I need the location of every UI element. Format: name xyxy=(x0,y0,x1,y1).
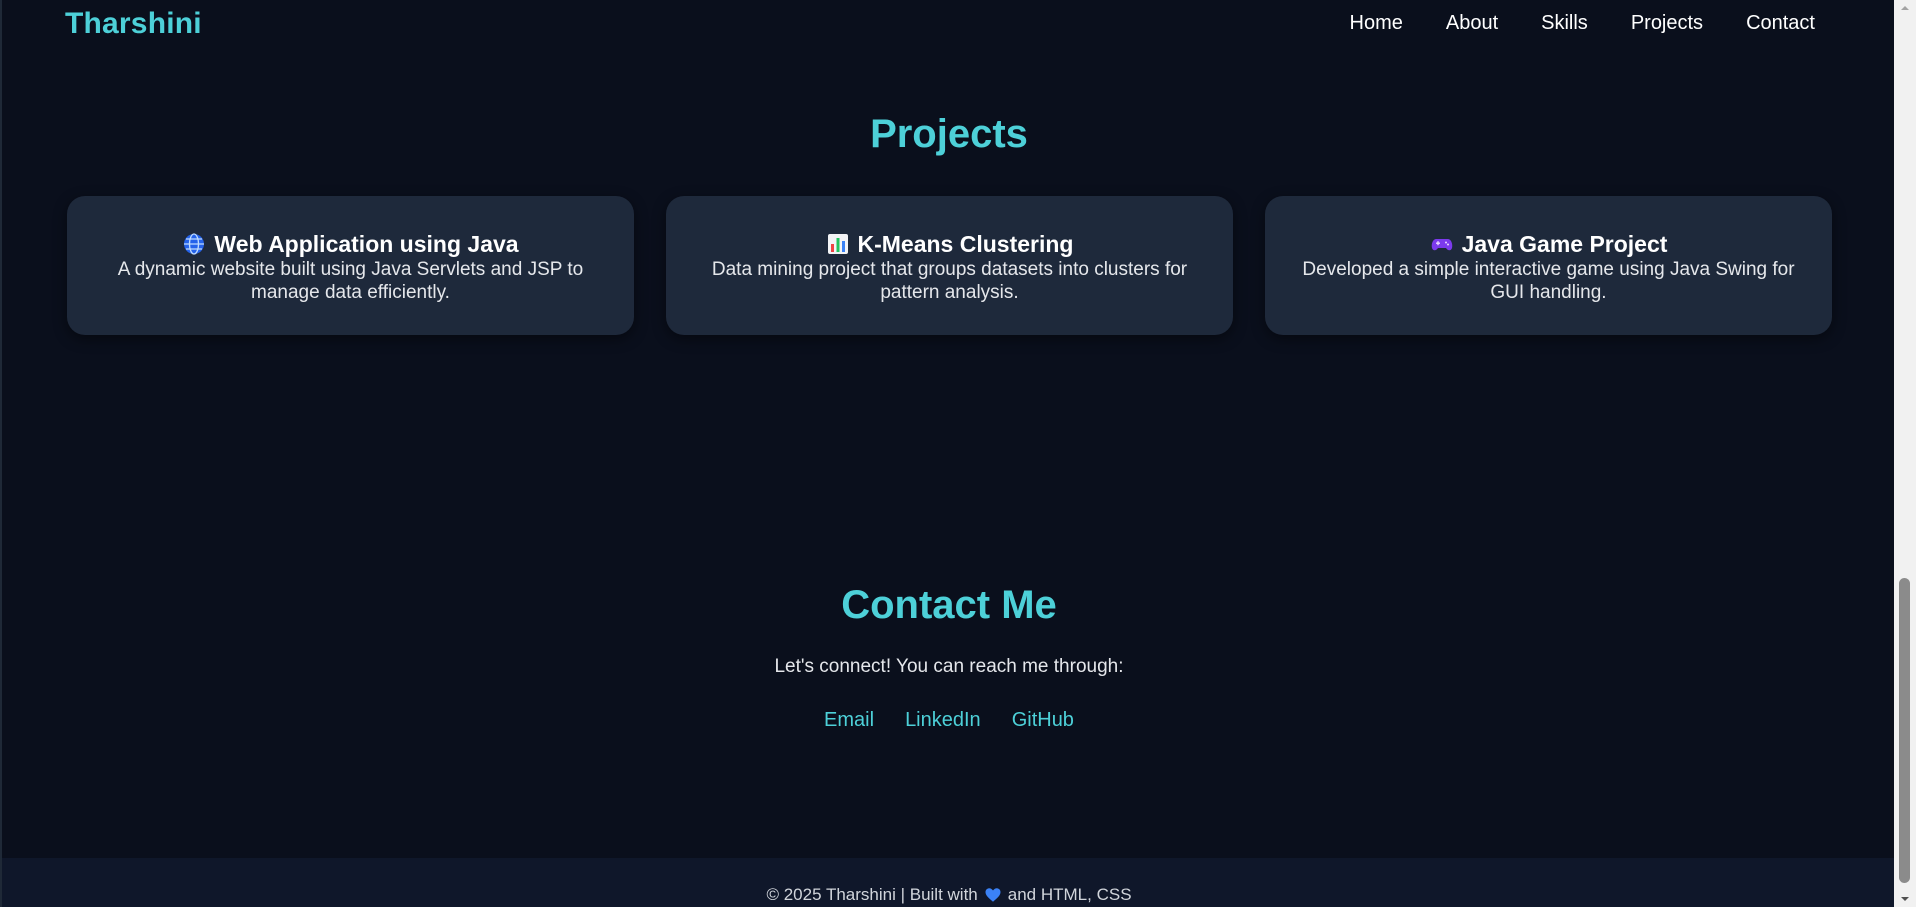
project-description: Developed a simple interactive game usin… xyxy=(1302,259,1795,303)
project-title-text: K-Means Clustering xyxy=(857,231,1074,257)
game-controller-icon xyxy=(1431,239,1452,251)
nav-link-skills[interactable]: Skills xyxy=(1541,12,1588,35)
globe-icon xyxy=(184,233,205,255)
contact-text: Let's connect! You can reach me through: xyxy=(774,656,1124,677)
project-description: Data mining project that groups datasets… xyxy=(711,259,1188,303)
nav-links: Home About Skills Projects Contact xyxy=(1350,12,1815,35)
project-title-text: Java Game Project xyxy=(1461,231,1668,257)
contact-links: Email LinkedIn GitHub xyxy=(2,709,1896,732)
projects-heading: Projects xyxy=(870,112,1028,156)
project-description: A dynamic website built using Java Servl… xyxy=(117,259,584,303)
github-link[interactable]: GitHub xyxy=(1012,709,1074,732)
email-link[interactable]: Email xyxy=(824,709,874,732)
scrollbar-thumb[interactable] xyxy=(1899,578,1910,883)
project-card: Web Application using Java A dynamic web… xyxy=(67,196,634,335)
nav-link-about[interactable]: About xyxy=(1446,12,1498,35)
footer-prefix: © 2025 Tharshini | Built with xyxy=(766,885,978,904)
project-card: K-Means Clustering Data mining project t… xyxy=(666,196,1233,335)
scroll-up-arrow-icon[interactable] xyxy=(1894,0,1916,16)
scroll-down-arrow-icon[interactable] xyxy=(1894,891,1916,907)
nav-link-home[interactable]: Home xyxy=(1350,12,1403,35)
blue-heart-icon xyxy=(985,888,1001,902)
brand-logo[interactable]: Tharshini xyxy=(65,7,202,41)
project-card-title: Java Game Project xyxy=(1295,230,1802,258)
portfolio-page: Tharshini Home About Skills Projects Con… xyxy=(0,0,1916,907)
contact-heading: Contact Me xyxy=(841,583,1057,627)
footer-text: © 2025 Tharshini | Built with and HTML, … xyxy=(2,885,1896,905)
project-title-text: Web Application using Java xyxy=(214,231,519,257)
nav-link-projects[interactable]: Projects xyxy=(1631,12,1703,35)
project-card-title: K-Means Clustering xyxy=(696,230,1203,258)
footer-suffix: and HTML, CSS xyxy=(1007,885,1132,904)
nav-link-contact[interactable]: Contact xyxy=(1746,12,1815,35)
footer: © 2025 Tharshini | Built with and HTML, … xyxy=(2,858,1896,907)
navbar: Tharshini Home About Skills Projects Con… xyxy=(2,0,1896,50)
bar-chart-icon xyxy=(827,234,848,254)
linkedin-link[interactable]: LinkedIn xyxy=(905,709,981,732)
project-card: Java Game Project Developed a simple int… xyxy=(1265,196,1832,335)
project-card-title: Web Application using Java xyxy=(97,230,604,258)
vertical-scrollbar[interactable] xyxy=(1894,0,1916,907)
project-cards: Web Application using Java A dynamic web… xyxy=(67,196,1832,335)
